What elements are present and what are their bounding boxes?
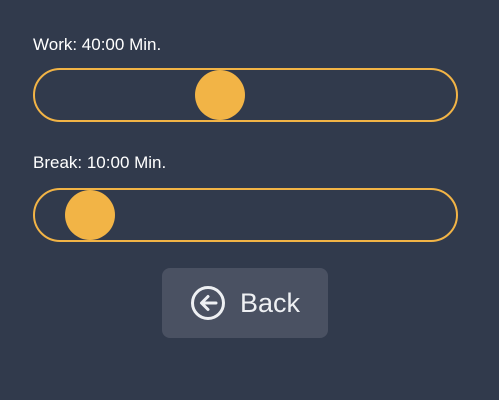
break-duration-label: Break: 10:00 Min. [33, 153, 167, 172]
work-duration-slider[interactable] [33, 68, 458, 122]
back-button-label: Back [239, 287, 301, 318]
work-duration-label: Work: 40:00 Min. [33, 35, 162, 54]
back-button[interactable]: Back [162, 268, 328, 338]
work-slider-thumb[interactable] [195, 70, 246, 120]
timer-settings-panel: Work: 40:00 Min. Break: 10:00 Min. Back [0, 0, 499, 400]
break-duration-slider[interactable] [33, 188, 458, 242]
arrow-left-circle-icon [190, 285, 226, 321]
break-slider-thumb[interactable] [64, 190, 115, 240]
